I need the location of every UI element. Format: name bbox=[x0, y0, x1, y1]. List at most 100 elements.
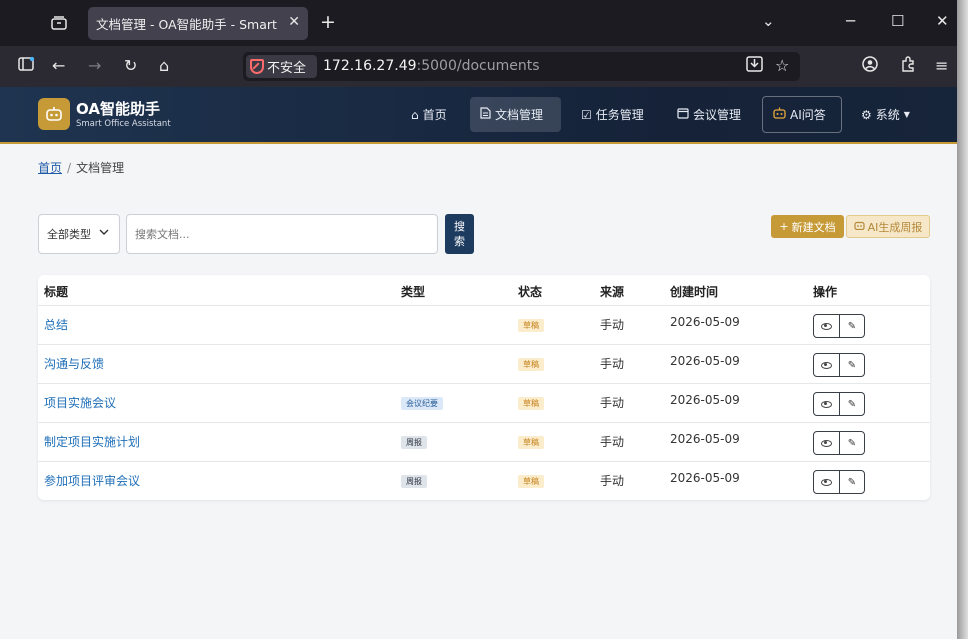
status-badge: 草稿 bbox=[518, 436, 544, 449]
created-date-cell: 2026-05-09 bbox=[670, 432, 740, 446]
document-title-link[interactable]: 参加项目评审会议 bbox=[44, 472, 140, 489]
menu-icon[interactable]: ≡ bbox=[935, 56, 948, 76]
table-row: 沟通与反馈 草稿 手动 2026-05-09 ✎ bbox=[38, 344, 930, 383]
address-bar[interactable]: 不安全 172.16.27.49:5000/documents bbox=[243, 52, 800, 81]
document-title-link[interactable]: 总结 bbox=[44, 316, 68, 333]
pencil-icon: ✎ bbox=[847, 437, 857, 449]
back-icon[interactable]: ← bbox=[52, 56, 65, 76]
search-button[interactable]: 搜索 bbox=[445, 214, 474, 254]
edit-button[interactable]: ✎ bbox=[838, 354, 864, 376]
nav-ai-label: AI问答 bbox=[790, 108, 826, 122]
documents-table: 标题 类型 状态 来源 创建时间 操作 总结 草稿 手动 2026-05-09 … bbox=[38, 275, 930, 500]
account-icon[interactable] bbox=[862, 56, 878, 77]
edit-button[interactable]: ✎ bbox=[838, 393, 864, 415]
insecure-indicator[interactable]: 不安全 bbox=[246, 55, 317, 78]
view-button[interactable] bbox=[814, 315, 839, 337]
search-input[interactable] bbox=[126, 214, 438, 254]
caret-down-icon: ▼ bbox=[903, 110, 910, 119]
gear-icon: ⚙ bbox=[861, 107, 872, 122]
app-header: OA智能助手 Smart Office Assistant ⌂ 首页 文档管理 … bbox=[0, 87, 957, 144]
new-document-button[interactable]: + 新建文档 bbox=[771, 215, 844, 238]
robot-icon bbox=[854, 220, 865, 233]
eye-icon bbox=[820, 400, 832, 408]
insecure-label: 不安全 bbox=[267, 61, 307, 76]
robot-logo-icon bbox=[38, 98, 70, 130]
brand-name: OA智能助手 bbox=[76, 100, 160, 118]
header-title: 标题 bbox=[44, 285, 69, 299]
status-badge: 草稿 bbox=[518, 397, 544, 410]
maximize-icon[interactable]: ☐ bbox=[891, 12, 904, 30]
tab-title: 文档管理 - OA智能助手 - Smart Office Assistant bbox=[96, 17, 281, 32]
nav-tasks-label: 任务管理 bbox=[595, 108, 644, 122]
plus-icon: + bbox=[779, 220, 789, 233]
document-title-link[interactable]: 制定项目实施计划 bbox=[44, 433, 140, 450]
active-tab[interactable]: 文档管理 - OA智能助手 - Smart Office Assistant ✕ bbox=[88, 7, 308, 40]
tab-list-icon[interactable] bbox=[48, 12, 70, 34]
ai-weekly-report-label: AI生成周报 bbox=[867, 220, 923, 234]
status-badge: 草稿 bbox=[518, 475, 544, 488]
browser-toolbar: ← → ↻ ⌂ 不安全 172.16.27.49:5000/documents … bbox=[0, 46, 957, 87]
source-cell: 手动 bbox=[600, 474, 625, 488]
ai-weekly-report-button[interactable]: AI生成周报 bbox=[846, 215, 930, 238]
nav-meetings-label: 会议管理 bbox=[693, 108, 742, 122]
chevron-down-icon bbox=[99, 227, 109, 238]
download-page-icon[interactable] bbox=[746, 56, 763, 77]
header-created: 创建时间 bbox=[670, 285, 719, 299]
header-actions: 操作 bbox=[813, 285, 838, 299]
table-row: 参加项目评审会议 周报 草稿 手动 2026-05-09 ✎ bbox=[38, 461, 930, 500]
bookmark-star-icon[interactable]: ☆ bbox=[775, 56, 789, 76]
calendar-icon bbox=[677, 107, 689, 122]
shield-warning-icon bbox=[250, 59, 264, 74]
nav-system-dropdown[interactable]: ⚙ 系统 ▼ bbox=[851, 97, 920, 132]
edit-button[interactable]: ✎ bbox=[838, 432, 864, 454]
nav-system-label: 系统 bbox=[875, 108, 900, 122]
pencil-icon: ✎ bbox=[847, 359, 857, 371]
type-filter-value: 全部类型 bbox=[47, 228, 91, 241]
breadcrumb-separator: / bbox=[67, 161, 72, 175]
new-document-label: 新建文档 bbox=[791, 220, 836, 234]
list-all-tabs-icon[interactable]: ⌄ bbox=[762, 12, 775, 30]
source-cell: 手动 bbox=[600, 357, 625, 371]
forward-icon[interactable]: → bbox=[88, 56, 101, 76]
view-button[interactable] bbox=[814, 354, 839, 376]
view-button[interactable] bbox=[814, 432, 839, 454]
nav-home[interactable]: ⌂ 首页 bbox=[401, 97, 457, 132]
document-title-link[interactable]: 项目实施会议 bbox=[44, 394, 116, 411]
nav-meetings[interactable]: 会议管理 bbox=[667, 97, 751, 132]
breadcrumb-current: 文档管理 bbox=[76, 161, 125, 175]
tab-close-icon[interactable]: ✕ bbox=[288, 14, 300, 30]
view-button[interactable] bbox=[814, 393, 839, 415]
source-cell: 手动 bbox=[600, 435, 625, 449]
home-icon[interactable]: ⌂ bbox=[159, 56, 169, 76]
type-badge: 周报 bbox=[401, 436, 427, 449]
type-filter-select[interactable]: 全部类型 bbox=[38, 214, 120, 254]
browser-window: 文档管理 - OA智能助手 - Smart Office Assistant ✕… bbox=[0, 0, 957, 639]
created-date-cell: 2026-05-09 bbox=[670, 393, 740, 407]
reload-icon[interactable]: ↻ bbox=[124, 56, 137, 76]
nav-ai[interactable]: AI问答 bbox=[762, 96, 842, 133]
row-actions: ✎ bbox=[813, 353, 865, 377]
type-badge: 会议纪要 bbox=[401, 397, 443, 410]
pencil-icon: ✎ bbox=[847, 320, 857, 332]
extensions-icon[interactable] bbox=[900, 56, 916, 77]
created-date-cell: 2026-05-09 bbox=[670, 354, 740, 368]
brand-subtitle: Smart Office Assistant bbox=[76, 119, 171, 129]
url-text[interactable]: 172.16.27.49:5000/documents bbox=[323, 58, 540, 74]
created-date-cell: 2026-05-09 bbox=[670, 471, 740, 485]
breadcrumb-home-link[interactable]: 首页 bbox=[38, 161, 62, 175]
document-title-link[interactable]: 沟通与反馈 bbox=[44, 355, 104, 372]
status-badge: 草稿 bbox=[518, 319, 544, 332]
sidebar-icon[interactable] bbox=[18, 56, 35, 76]
table-row: 项目实施会议 会议纪要 草稿 手动 2026-05-09 ✎ bbox=[38, 383, 930, 422]
nav-documents[interactable]: 文档管理 bbox=[470, 97, 561, 132]
edit-button[interactable]: ✎ bbox=[838, 471, 864, 493]
minimize-icon[interactable]: ─ bbox=[846, 12, 855, 30]
eye-icon bbox=[820, 322, 832, 330]
view-button[interactable] bbox=[814, 471, 839, 493]
new-tab-icon[interactable]: + bbox=[320, 12, 336, 32]
check-square-icon: ☑ bbox=[581, 107, 592, 122]
close-window-icon[interactable]: ✕ bbox=[936, 12, 949, 30]
nav-tasks[interactable]: ☑ 任务管理 bbox=[571, 97, 654, 132]
status-badge: 草稿 bbox=[518, 358, 544, 371]
edit-button[interactable]: ✎ bbox=[838, 315, 864, 337]
